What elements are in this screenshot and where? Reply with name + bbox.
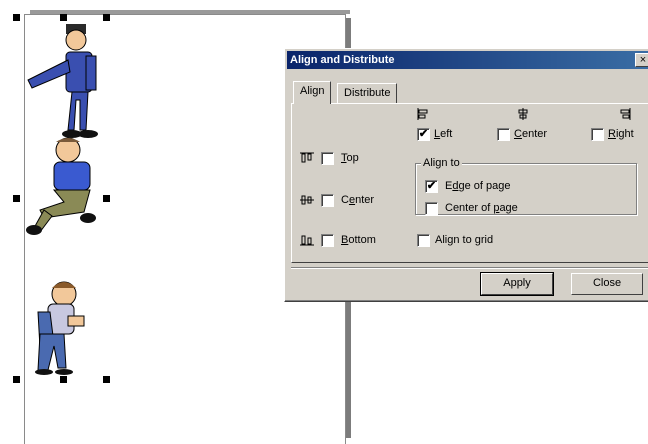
man-bending-clipart[interactable] — [24, 272, 92, 376]
align-top-checkbox[interactable] — [321, 152, 334, 165]
close-icon[interactable]: × — [635, 53, 648, 67]
align-center-h-icon — [518, 108, 528, 120]
align-right-label: Right — [608, 128, 634, 140]
apply-button-label: Apply — [503, 277, 531, 289]
selection-handle-top-right[interactable] — [103, 14, 110, 21]
center-of-page-label: Center of page — [445, 202, 518, 214]
align-bottom-checkbox[interactable] — [321, 234, 334, 247]
align-center-v-label: Center — [341, 194, 375, 206]
man-sitting-clipart[interactable] — [24, 136, 106, 238]
align-left-icon — [417, 108, 428, 120]
align-center-h-checkbox[interactable] — [497, 128, 510, 141]
align-left-checkbox[interactable]: ✔ — [417, 128, 430, 141]
align-to-group-label: Align to — [421, 157, 462, 169]
apply-button[interactable]: Apply — [480, 272, 554, 296]
selection-handle-top-center[interactable] — [60, 14, 67, 21]
tab-align[interactable]: Align — [293, 81, 332, 104]
align-top-label: Top — [341, 152, 359, 164]
align-right-icon — [620, 108, 631, 120]
tab-distribute[interactable]: Distribute — [337, 83, 398, 103]
align-left-label: Left — [434, 128, 453, 140]
businessman-pointing-clipart[interactable] — [26, 20, 106, 142]
selection-handle-top-left[interactable] — [13, 14, 20, 21]
dialog-titlebar[interactable]: Align and Distribute — [287, 51, 648, 69]
selection-handle-bottom-right[interactable] — [103, 376, 110, 383]
align-to-grid-checkbox[interactable] — [417, 234, 430, 247]
selection-handle-bottom-center[interactable] — [60, 376, 67, 383]
align-top-icon — [300, 152, 314, 163]
align-right-checkbox[interactable] — [591, 128, 604, 141]
close-button-label: Close — [592, 277, 622, 289]
selection-handle-bottom-left[interactable] — [13, 376, 20, 383]
close-button[interactable]: Close — [571, 273, 643, 295]
align-to-grid-label: Align to grid — [435, 234, 494, 246]
dialog-title: Align and Distribute — [290, 54, 395, 66]
align-distribute-dialog: Align and Distribute × Align Distribute … — [284, 48, 648, 302]
dialog-separator — [291, 267, 648, 269]
selection-handle-middle-left[interactable] — [13, 195, 20, 202]
selection-handle-middle-right[interactable] — [103, 195, 110, 202]
align-bottom-icon — [300, 235, 314, 246]
align-center-v-checkbox[interactable] — [321, 194, 334, 207]
tab-distribute-label: Distribute — [344, 87, 391, 99]
align-center-h-label: Center — [514, 128, 548, 140]
edge-of-page-label: Edge of page — [445, 180, 511, 192]
edge-of-page-checkbox[interactable]: ✔ — [425, 180, 438, 193]
tab-align-label: Align — [300, 85, 325, 97]
center-of-page-checkbox[interactable] — [425, 202, 438, 215]
align-bottom-label: Bottom — [341, 234, 376, 246]
align-center-v-icon — [300, 195, 314, 205]
